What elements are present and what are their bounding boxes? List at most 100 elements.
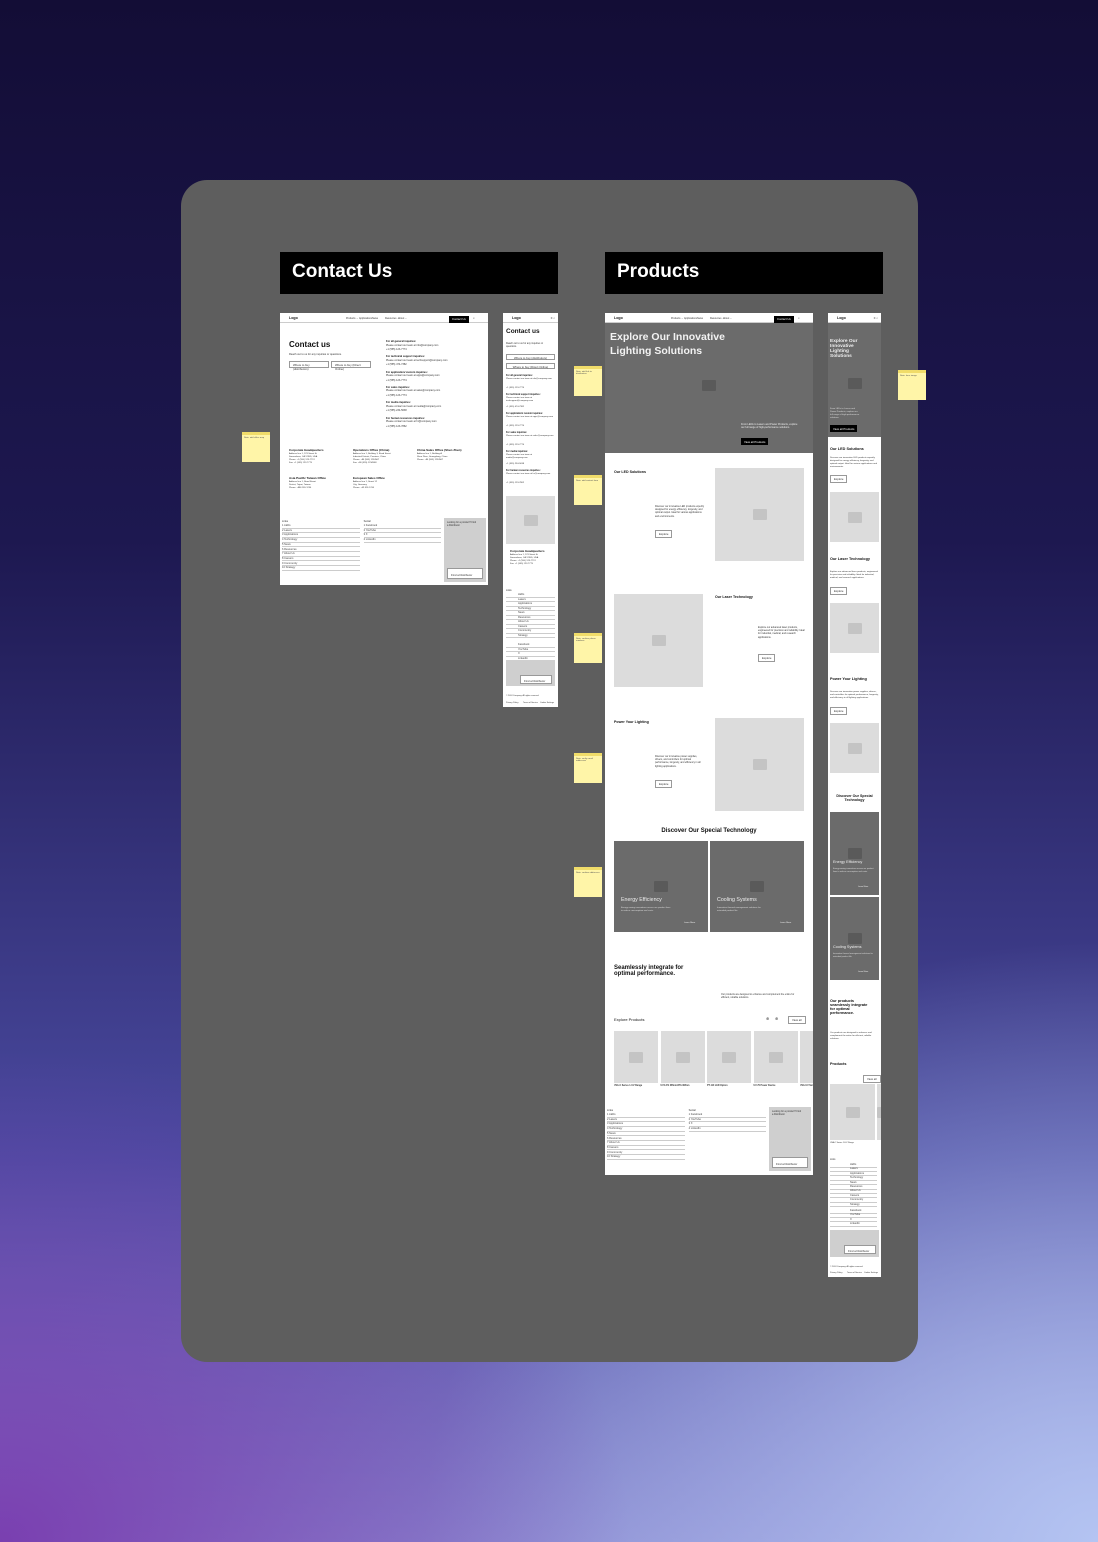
contact-button[interactable]: Contact Us [449,315,469,323]
explore-button[interactable]: Explore [758,654,776,662]
footer-legal-link[interactable]: Privacy Policy [506,702,518,705]
footer-link-label[interactable]: Lasers [284,529,292,532]
footer-legal-link[interactable]: Terms of Service [523,702,538,705]
explore-button[interactable]: Explore [655,530,673,538]
contact-mobile-frame[interactable]: Logo ≡ ⌕ Contact us Reach out to us for any… [503,313,558,707]
footer-link-label[interactable]: Careers [284,557,293,560]
nav-item[interactable]: News [697,317,703,320]
footer-link-label[interactable]: Resources [609,1137,621,1140]
footer-link-label[interactable]: Facebook [366,524,377,527]
logo[interactable]: Logo [614,316,623,320]
explore-button[interactable]: Explore [655,780,673,788]
nav-item[interactable]: Products ⌄ [346,317,358,320]
footer-link-label[interactable]: Strategy [286,566,296,569]
contact-desktop-frame[interactable]: Logo Products ⌄ Applications News Resources … [280,313,488,585]
where-to-buy-button[interactable]: Where to buy (Direct Online) [331,361,371,371]
find-distributor-button[interactable]: Find a Distributor [844,1245,876,1254]
nav-item[interactable]: Resources ⌄ [385,317,399,320]
logo[interactable]: Logo [512,316,521,320]
view-all-products-button[interactable]: View all Products [741,438,769,445]
footer-legal-link[interactable]: Cookie Settings [864,1272,878,1275]
footer-link-label[interactable]: About Us [609,1141,620,1144]
footer-legal-link[interactable]: Terms of Service [847,1272,862,1275]
footer-legal-link[interactable]: Privacy Policy [830,1272,842,1275]
logo[interactable]: Logo [837,316,846,320]
explore-button[interactable]: Explore [830,707,848,715]
explore-button[interactable]: Explore [830,587,848,595]
explore-button[interactable]: Explore [830,475,848,483]
where-to-buy-button[interactable]: Where to buy (distributors) [506,354,555,360]
logo[interactable]: Logo [289,316,298,320]
sticky-note[interactable]: Note: confirm addresses [574,867,602,897]
nav-item[interactable]: Resources ⌄ [710,317,724,320]
sticky-note[interactable]: Note: add office map [242,432,270,462]
footer-social-link[interactable]: 4 LinkedIn [363,538,442,543]
footer-link-label[interactable]: Resources [284,548,296,551]
footer-link-label[interactable]: Community [609,1151,622,1154]
nav-item[interactable]: Products ⌄ [671,317,683,320]
search-icon[interactable]: ⌕ [473,316,475,321]
carousel-next-icon[interactable]: ⊕ [775,1016,778,1021]
learn-more-link[interactable]: Learn More [858,971,868,974]
footer-link-label[interactable]: Facebook [691,1113,702,1116]
product-name[interactable]: PT-110 LED Option [707,1085,728,1088]
product-name[interactable]: UV-70 Power Device [754,1085,776,1088]
footer-legal-link[interactable]: Cookie Settings [540,702,554,705]
footer-link-label[interactable]: LinkedIn [366,538,376,541]
find-distributor-button[interactable]: Find a Distributor [520,675,552,684]
nav-item[interactable]: Applications [684,317,697,320]
where-to-buy-button[interactable]: Where to buy (distributors) [289,361,329,371]
footer-link-label[interactable]: Community [284,562,297,565]
find-distributor-button[interactable]: Find a Distributor [772,1157,808,1168]
footer-link-label[interactable]: X [691,1122,693,1125]
footer-link-label[interactable]: News [609,1132,616,1135]
products-desktop-frame[interactable]: Logo Products ⌄ Applications News Resources … [605,313,813,1175]
product-name[interactable]: UVA-UV Ser [800,1085,813,1088]
search-icon[interactable]: ⌕ [798,316,800,321]
nav-item[interactable]: About ⌄ [723,317,732,320]
learn-more-link[interactable]: Learn More [684,922,695,925]
footer-link[interactable]: Strategy [830,1203,877,1208]
sticky-note[interactable]: Note: confirm phone numbers [574,633,602,663]
view-all-button[interactable]: View all [863,1075,881,1083]
footer-link-label[interactable]: Technology [284,538,297,541]
footer-link-label[interactable]: Applications [609,1122,623,1125]
footer-link-label[interactable]: Careers [609,1146,618,1149]
product-name[interactable]: UVC-FS 365nm/370-395nm [661,1085,690,1088]
products-mobile-frame[interactable]: Logo ≡ ⌕ Explore Our Innovative Lighting S… [828,313,881,1277]
learn-more-link[interactable]: Learn More [858,886,868,889]
carousel-prev-icon[interactable]: ⊕ [766,1016,769,1021]
footer-social-link[interactable]: 4 LinkedIn [688,1127,767,1132]
footer-link-label[interactable]: LEDs [609,1113,615,1116]
sticky-note[interactable]: Note: verify email addresses [574,753,602,783]
menu-icon[interactable]: ≡ ⌕ [874,316,878,320]
footer-link-label[interactable]: YouTube [691,1118,701,1121]
footer-link[interactable]: 10 Strategy [607,1155,685,1160]
footer-link-label[interactable]: X [366,533,368,536]
product-name[interactable]: UVA-C Series 1-UV Range [614,1085,642,1088]
footer-link[interactable]: Strategy [506,634,555,639]
contact-button[interactable]: Contact Us [774,315,794,323]
sticky-note[interactable]: Note: add contact form [574,475,602,505]
nav-item[interactable]: About ⌄ [398,317,407,320]
footer-link-label[interactable]: Lasers [609,1118,617,1121]
learn-more-link[interactable]: Learn More [780,922,791,925]
footer-link[interactable]: 10 Strategy [282,566,360,571]
footer-link-label[interactable]: LEDs [284,524,290,527]
product-name[interactable]: UVA-C Series 1-UV Range [830,1142,854,1145]
footer-social-link[interactable]: LinkedIn [830,1222,877,1227]
footer-link-label[interactable]: Technology [609,1127,622,1130]
footer-link-label[interactable]: LinkedIn [691,1127,701,1130]
sticky-note[interactable]: Note: hero image [898,370,926,400]
footer-link-label[interactable]: News [284,543,291,546]
footer-link-label[interactable]: About Us [284,552,295,555]
where-to-buy-button[interactable]: Where to buy (Direct Online) [506,363,555,369]
nav-item[interactable]: Applications [359,317,372,320]
footer-link-label[interactable]: Applications [284,533,298,536]
view-all-button[interactable]: View all [788,1016,806,1024]
menu-icon[interactable]: ≡ ⌕ [551,316,555,320]
find-distributor-button[interactable]: Find a Distributor [447,568,483,579]
nav-item[interactable]: News [372,317,378,320]
view-all-products-button[interactable]: View all Products [830,425,858,432]
footer-link-label[interactable]: YouTube [366,529,376,532]
